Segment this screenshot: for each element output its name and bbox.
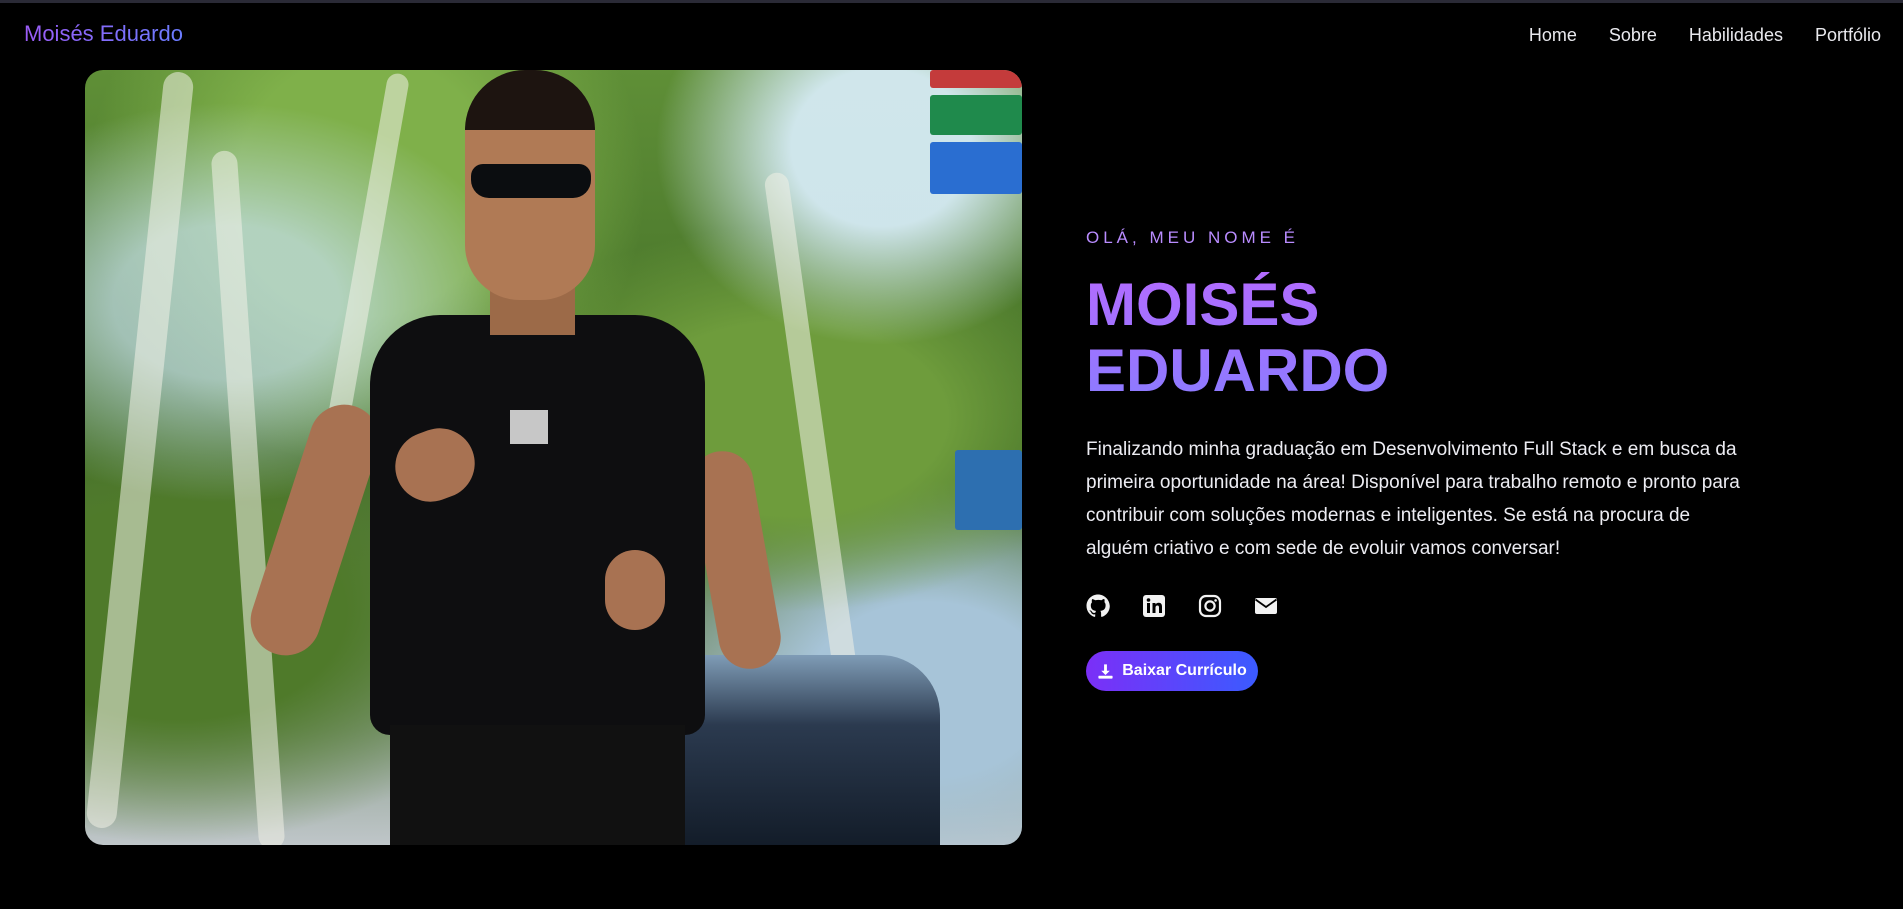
street-sign bbox=[930, 95, 1022, 135]
nav-habilidades[interactable]: Habilidades bbox=[1689, 25, 1783, 46]
brand-logo[interactable]: Moisés Eduardo bbox=[24, 21, 183, 47]
hero-name: MOISÉS EDUARDO bbox=[1086, 272, 1686, 404]
download-cv-button[interactable]: Baixar Currículo bbox=[1086, 651, 1258, 691]
sunglasses bbox=[471, 164, 591, 198]
nav-sobre[interactable]: Sobre bbox=[1609, 25, 1657, 46]
hero-eyebrow: OLÁ, MEU NOME É bbox=[1086, 228, 1300, 247]
profile-photo bbox=[85, 70, 1022, 845]
street-sign bbox=[930, 70, 1022, 88]
social-links bbox=[1086, 594, 1278, 618]
github-icon[interactable] bbox=[1086, 594, 1110, 618]
email-icon[interactable] bbox=[1254, 594, 1278, 618]
linkedin-icon[interactable] bbox=[1142, 594, 1166, 618]
download-icon bbox=[1097, 663, 1114, 680]
instagram-icon[interactable] bbox=[1198, 594, 1222, 618]
runner-shorts bbox=[390, 725, 685, 845]
runner-hand bbox=[605, 550, 665, 630]
shirt-logo bbox=[510, 410, 548, 444]
street-sign bbox=[930, 142, 1022, 194]
hero-description: Finalizando minha graduação em Desenvolv… bbox=[1086, 439, 1740, 559]
hero-name-line2: EDUARDO bbox=[1086, 337, 1390, 404]
runner-shirt bbox=[370, 315, 705, 735]
hero-name-line1: MOISÉS bbox=[1086, 271, 1320, 338]
nav-home[interactable]: Home bbox=[1529, 25, 1577, 46]
site-header: Moisés Eduardo Home Sobre Habilidades Po… bbox=[0, 3, 1903, 65]
nav-portfolio[interactable]: Portfólio bbox=[1815, 25, 1881, 46]
palm-trunk bbox=[85, 70, 195, 830]
palm-trunk bbox=[210, 149, 286, 845]
main-nav: Home Sobre Habilidades Portfólio bbox=[1529, 25, 1881, 46]
runner-arm bbox=[241, 395, 389, 665]
download-cv-label: Baixar Currículo bbox=[1122, 662, 1247, 679]
street-sign bbox=[955, 450, 1022, 530]
